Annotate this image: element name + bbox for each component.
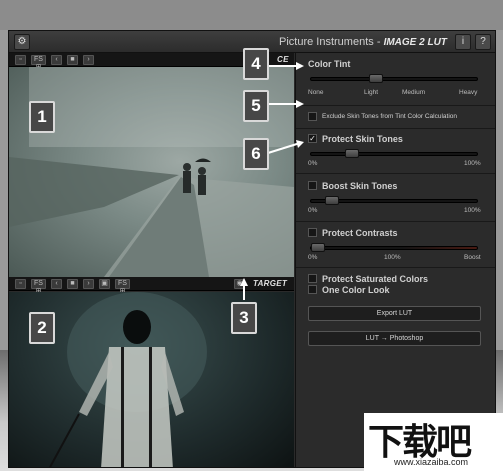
- annotation-badge-5: 5: [243, 90, 269, 122]
- watermark: 下载吧 www.xiazaiba.com: [364, 413, 503, 471]
- annotation-badge-3: 3: [231, 302, 257, 334]
- annotation-badge-6: 6: [243, 138, 269, 170]
- annotation-badge-2: 2: [29, 312, 55, 344]
- watermark-url: www.xiazaiba.com: [394, 457, 469, 467]
- annotation-badge-4: 4: [243, 48, 269, 80]
- annotation-badge-1: 1: [29, 101, 55, 133]
